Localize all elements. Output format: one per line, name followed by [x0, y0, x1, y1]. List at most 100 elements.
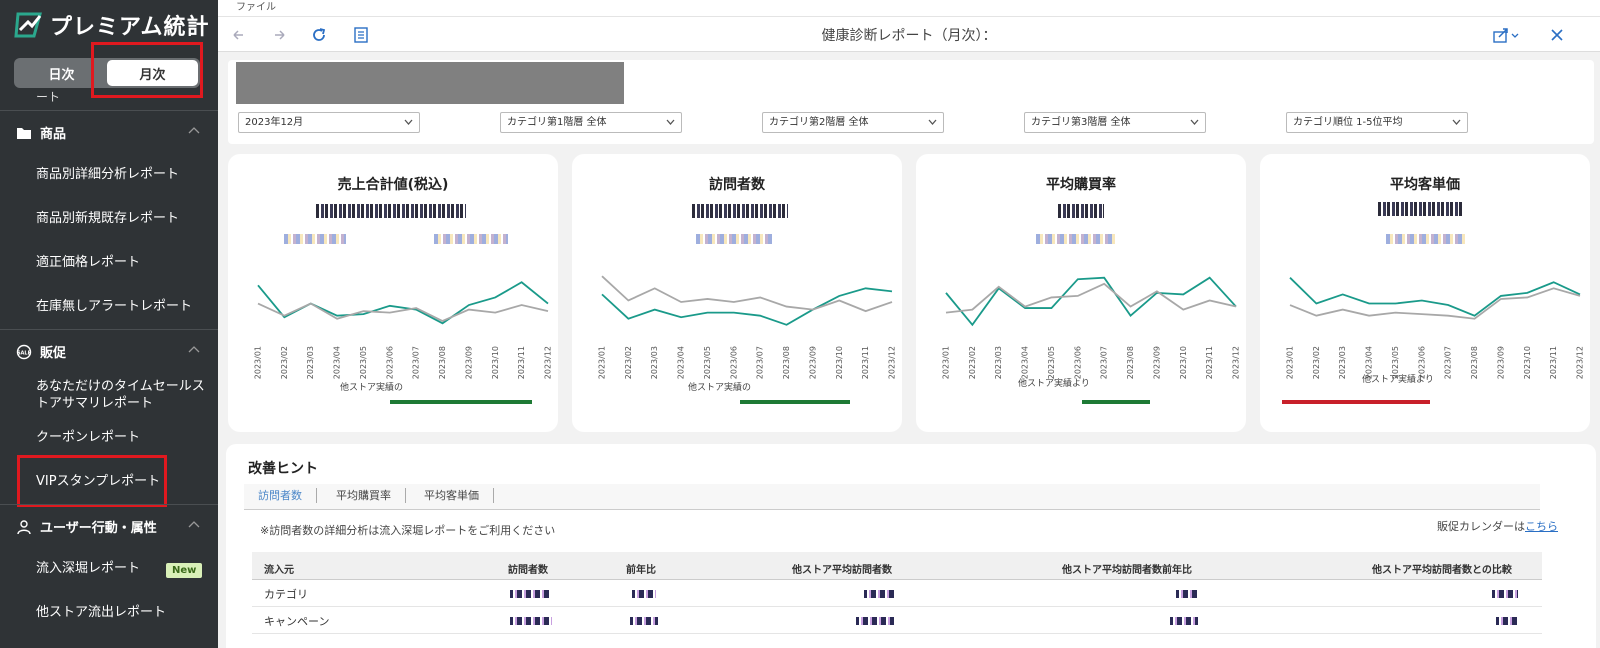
sidebar-section-label: 販促 — [40, 346, 67, 361]
masked-cell — [1496, 617, 1518, 625]
col-yoy[interactable]: 前年比 — [626, 561, 656, 576]
masked-value — [1378, 202, 1462, 216]
masked-value — [316, 204, 466, 218]
select-value: カテゴリ第1階層 全体 — [507, 117, 607, 128]
col-other-avg-yoy[interactable]: 他ストア平均訪問者数前年比 — [1062, 561, 1192, 576]
kpi-card-sales: 売上合計値(税込) 2023/01 2023/02 2023/03 2023/04 20… — [228, 154, 558, 432]
category-rank-select[interactable]: カテゴリ順位 1-5位平均 — [1286, 112, 1468, 133]
x-tick-label: 2023/08 — [782, 346, 791, 379]
table-row[interactable]: キャンペーン — [252, 607, 1542, 634]
sidebar-item-coupon[interactable]: クーポンレポート — [36, 429, 140, 446]
chevron-up-icon[interactable] — [188, 344, 200, 356]
compare-bar — [1082, 400, 1150, 404]
category-level2-select[interactable]: カテゴリ第2階層 全体 — [762, 112, 944, 133]
app-name: プレミアム統計 — [50, 15, 210, 40]
table-row[interactable]: カテゴリ — [252, 580, 1542, 607]
x-tick-label: 2023/02 — [968, 346, 977, 379]
select-value: 2023年12月 — [245, 117, 304, 128]
menu-file[interactable]: ファイル — [236, 2, 276, 13]
sidebar-item-label-line2: トアサマリレポート — [36, 396, 154, 411]
x-tick-label: 2023/08 — [1470, 346, 1479, 379]
select-value: カテゴリ第3階層 全体 — [1031, 117, 1131, 128]
chevron-up-icon[interactable] — [188, 519, 200, 531]
month-select[interactable]: 2023年12月 — [238, 112, 420, 133]
sidebar-item-truncated[interactable]: ート — [36, 88, 60, 105]
sidebar-item-stockout-alert[interactable]: 在庫無しアラートレポート — [36, 298, 192, 315]
x-tick-label: 2023/12 — [1232, 346, 1241, 379]
x-tick-label: 2023/08 — [1126, 346, 1135, 379]
masked-cell — [1170, 617, 1198, 625]
x-tick-label: 2023/02 — [280, 346, 289, 379]
x-tick-label: 2023/03 — [650, 346, 659, 379]
col-visitors[interactable]: 訪問者数 — [508, 561, 548, 576]
sidebar-section-user-behavior[interactable]: ユーザー行動・属性 — [0, 504, 218, 548]
x-tick-label: 2023/03 — [994, 346, 1003, 379]
masked-subvalue — [696, 234, 772, 244]
tab-avg-order-value[interactable]: 平均客単価 — [410, 488, 494, 503]
col-other-compare[interactable]: 他ストア平均訪問者数との比較 — [1372, 561, 1512, 576]
x-tick-label: 2023/05 — [359, 346, 368, 379]
sidebar-section-products[interactable]: 商品 — [0, 110, 218, 154]
kpi-line-chart-sales: 2023/01 2023/02 2023/03 2023/04 2023/05 2023/… — [254, 281, 553, 379]
sidebar-item-inflow-deep-dive[interactable]: 流入深堀レポート — [36, 560, 140, 577]
promo-calendar: 販促カレンダーはこちら — [1437, 518, 1558, 534]
sidebar-item-new-existing[interactable]: 商品別新規既存レポート — [36, 210, 179, 227]
svg-text:SALE: SALE — [17, 350, 32, 356]
sidebar-item-fair-price[interactable]: 適正価格レポート — [36, 254, 140, 271]
masked-cell — [510, 617, 552, 625]
chevron-down-icon — [666, 119, 675, 125]
masked-cell — [864, 590, 894, 598]
x-tick-label: 2023/01 — [1286, 346, 1295, 379]
masked-value — [692, 204, 788, 218]
masked-cell — [632, 590, 656, 598]
app-logo[interactable]: プレミアム統計 — [14, 8, 209, 42]
x-tick-label: 2023/04 — [677, 346, 686, 379]
col-other-avg[interactable]: 他ストア平均訪問者数 — [792, 561, 892, 576]
x-tick-label: 2023/08 — [438, 346, 447, 379]
kpi-line-chart-visitors: 2023/01 2023/02 2023/03 2023/04 2023/05 2023/… — [598, 275, 897, 379]
sale-icon: SALE — [16, 344, 32, 359]
calendar-link[interactable]: こちら — [1525, 520, 1558, 533]
select-value: カテゴリ第2階層 全体 — [769, 117, 869, 128]
x-tick-label: 2023/03 — [1338, 346, 1347, 379]
x-tick-label: 2023/02 — [624, 346, 633, 379]
sidebar-item-timesale-summary[interactable]: あなただけのタイムセールス トアサマリレポート — [36, 378, 205, 412]
x-tick-label: 2023/06 — [1073, 346, 1082, 379]
sidebar: プレミアム統計 日次 月次 ート 商品 商品別詳細分析レポート 商品別新規既存レ… — [0, 0, 218, 648]
chevron-down-icon — [404, 119, 413, 125]
category-level1-select[interactable]: カテゴリ第1階層 全体 — [500, 112, 682, 133]
chevron-up-icon[interactable] — [188, 125, 200, 137]
kpi-card-avg-order-value: 平均客単価 2023/01 2023/02 2023/03 2023/04 2023/0… — [1260, 154, 1590, 432]
category-level3-select[interactable]: カテゴリ第3階層 全体 — [1024, 112, 1206, 133]
col-source[interactable]: 流入元 — [264, 561, 294, 576]
improvement-hints-panel: 改善ヒント 訪問者数 平均購買率 平均客単価 ※訪問者数の詳細分析は流入深堀レポ… — [226, 444, 1596, 648]
x-tick-label: 2023/06 — [729, 346, 738, 379]
sidebar-item-outflow[interactable]: 他ストア流出レポート — [36, 604, 166, 621]
sidebar-item-product-detail[interactable]: 商品別詳細分析レポート — [36, 166, 179, 183]
chevron-down-icon — [1452, 119, 1461, 125]
row-source: カテゴリ — [264, 588, 308, 601]
report-title: 健康診断レポート（月次）： — [821, 28, 997, 44]
highlight-box-monthly — [91, 42, 203, 98]
x-tick-label: 2023/05 — [703, 346, 712, 379]
series-line-0 — [945, 276, 1237, 327]
x-tick-label: 2023/11 — [861, 346, 870, 379]
tab-visitors[interactable]: 訪問者数 — [244, 488, 317, 503]
x-tick-label: 2023/10 — [835, 346, 844, 379]
kpi-card-visitors: 訪問者数 2023/01 2023/02 2023/03 2023/04 2023/05… — [572, 154, 902, 432]
x-tick-label: 2023/12 — [544, 346, 553, 379]
sidebar-section-promotion[interactable]: SALE 販促 — [0, 329, 218, 373]
logo-icon — [14, 12, 42, 38]
table-header: 流入元 訪問者数 前年比 他ストア平均訪問者数 他ストア平均訪問者数前年比 他ス… — [252, 552, 1542, 580]
chevron-down-icon — [1190, 119, 1199, 125]
sidebar-section-label: 商品 — [40, 127, 67, 142]
close-icon[interactable] — [1548, 26, 1566, 44]
x-tick-label: 2023/09 — [1496, 346, 1505, 379]
share-icon[interactable] — [1492, 26, 1522, 44]
compare-bar — [740, 400, 850, 404]
x-tick-label: 2023/11 — [517, 346, 526, 379]
x-tick-label: 2023/12 — [888, 346, 897, 379]
series-line-0 — [601, 287, 893, 326]
tab-purchase-rate[interactable]: 平均購買率 — [322, 488, 406, 503]
sidebar-section-label: ユーザー行動・属性 — [40, 521, 157, 536]
